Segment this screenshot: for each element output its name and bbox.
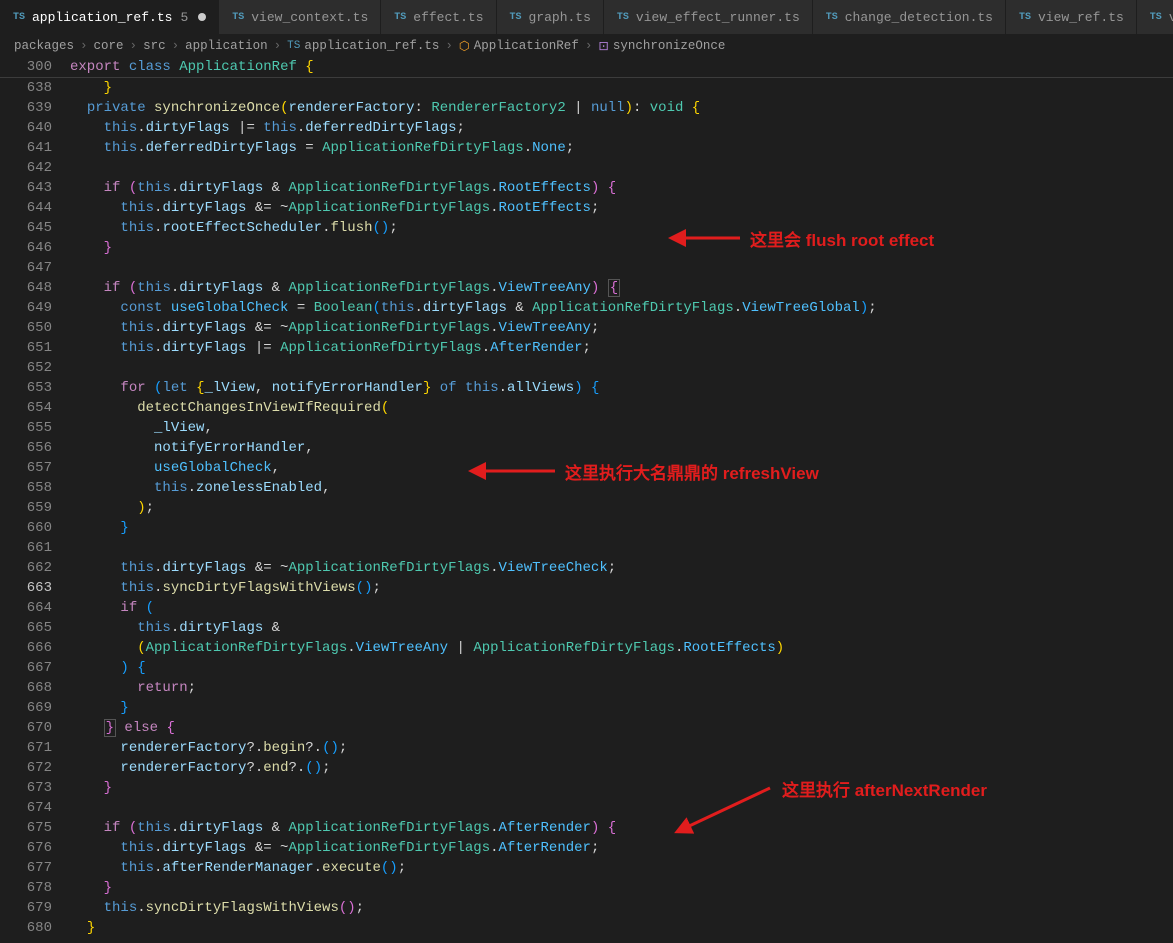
- line-number: 679: [0, 898, 52, 918]
- code-editor[interactable]: 300 export class ApplicationRef { 638639…: [0, 57, 1173, 943]
- tab-view-context[interactable]: TS view_context.ts: [219, 0, 381, 34]
- line-number: 663: [0, 578, 52, 598]
- tab-label: graph.ts: [529, 10, 591, 25]
- chevron-right-icon: ›: [585, 39, 593, 53]
- tab-label: view.ts: [1169, 10, 1173, 25]
- line-number: 638: [0, 78, 52, 98]
- method-icon: ⊡: [598, 38, 608, 54]
- line-number: 675: [0, 818, 52, 838]
- line-number: 642: [0, 158, 52, 178]
- sticky-scroll-header[interactable]: 300 export class ApplicationRef {: [0, 57, 1173, 78]
- editor-tabs: TS application_ref.ts 5 TS view_context.…: [0, 0, 1173, 35]
- breadcrumb[interactable]: packages › core › src › application › TS…: [0, 35, 1173, 57]
- line-number: 671: [0, 738, 52, 758]
- line-number: 670: [0, 718, 52, 738]
- line-number: 657: [0, 458, 52, 478]
- ts-file-icon: TS: [616, 10, 630, 24]
- line-number: 678: [0, 878, 52, 898]
- line-number: 680: [0, 918, 52, 938]
- line-number: 656: [0, 438, 52, 458]
- line-number: 658: [0, 478, 52, 498]
- line-number: 654: [0, 398, 52, 418]
- line-number: 664: [0, 598, 52, 618]
- chevron-right-icon: ›: [80, 39, 88, 53]
- line-number: 673: [0, 778, 52, 798]
- line-number: 640: [0, 118, 52, 138]
- line-number: 652: [0, 358, 52, 378]
- line-number: 641: [0, 138, 52, 158]
- tab-label: view_context.ts: [251, 10, 368, 25]
- line-number: 653: [0, 378, 52, 398]
- breadcrumb-method[interactable]: ⊡synchronizeOnce: [598, 38, 725, 54]
- breadcrumb-file[interactable]: TSapplication_ref.ts: [287, 39, 439, 53]
- line-number: 660: [0, 518, 52, 538]
- line-number: 651: [0, 338, 52, 358]
- tab-graph[interactable]: TS graph.ts: [497, 0, 604, 34]
- tab-view[interactable]: TS view.ts: [1137, 0, 1173, 34]
- line-number: 649: [0, 298, 52, 318]
- line-number: 645: [0, 218, 52, 238]
- ts-file-icon: TS: [393, 10, 407, 24]
- line-number: 639: [0, 98, 52, 118]
- ts-file-icon: TS: [231, 10, 245, 24]
- ts-file-icon: TS: [287, 40, 300, 52]
- tab-view-effect-runner[interactable]: TS view_effect_runner.ts: [604, 0, 813, 34]
- ts-file-icon: TS: [825, 10, 839, 24]
- class-icon: ⬡: [459, 38, 470, 54]
- tab-modified-count: 5: [180, 10, 188, 25]
- ts-file-icon: TS: [509, 10, 523, 24]
- line-number-gutter: 6386396406416426436446456466476486496506…: [0, 78, 70, 943]
- line-number: 662: [0, 558, 52, 578]
- breadcrumb-folder[interactable]: packages: [14, 39, 74, 53]
- line-number: 655: [0, 418, 52, 438]
- line-number: 648: [0, 278, 52, 298]
- line-number: 672: [0, 758, 52, 778]
- tab-dirty-indicator: [198, 13, 206, 21]
- breadcrumb-class[interactable]: ⬡ApplicationRef: [459, 38, 579, 54]
- line-number: 669: [0, 698, 52, 718]
- line-number: 667: [0, 658, 52, 678]
- chevron-right-icon: ›: [274, 39, 282, 53]
- tab-label: effect.ts: [413, 10, 483, 25]
- breadcrumb-folder[interactable]: src: [143, 39, 166, 53]
- tab-application-ref[interactable]: TS application_ref.ts 5: [0, 0, 219, 34]
- line-number: 647: [0, 258, 52, 278]
- line-number: 661: [0, 538, 52, 558]
- line-number: 666: [0, 638, 52, 658]
- tab-label: view_effect_runner.ts: [636, 10, 800, 25]
- line-number: 676: [0, 838, 52, 858]
- tab-label: view_ref.ts: [1038, 10, 1124, 25]
- line-number: 674: [0, 798, 52, 818]
- line-number: 650: [0, 318, 52, 338]
- line-number: 659: [0, 498, 52, 518]
- breadcrumb-folder[interactable]: application: [185, 39, 268, 53]
- line-number: 668: [0, 678, 52, 698]
- tab-effect[interactable]: TS effect.ts: [381, 0, 496, 34]
- tab-label: change_detection.ts: [845, 10, 993, 25]
- line-number: 646: [0, 238, 52, 258]
- code-content[interactable]: } private synchronizeOnce(rendererFactor…: [70, 78, 1173, 943]
- ts-file-icon: TS: [1018, 10, 1032, 24]
- ts-file-icon: TS: [1149, 10, 1163, 24]
- chevron-right-icon: ›: [172, 39, 180, 53]
- breadcrumb-folder[interactable]: core: [94, 39, 124, 53]
- line-number: 665: [0, 618, 52, 638]
- line-number: 677: [0, 858, 52, 878]
- chevron-right-icon: ›: [130, 39, 138, 53]
- sticky-line-number: 300: [0, 57, 70, 77]
- line-number: 644: [0, 198, 52, 218]
- sticky-code-line: export class ApplicationRef {: [70, 57, 314, 77]
- tab-label: application_ref.ts: [32, 10, 172, 25]
- tab-change-detection[interactable]: TS change_detection.ts: [813, 0, 1006, 34]
- chevron-right-icon: ›: [445, 39, 453, 53]
- tab-view-ref[interactable]: TS view_ref.ts: [1006, 0, 1137, 34]
- ts-file-icon: TS: [12, 10, 26, 24]
- line-number: 643: [0, 178, 52, 198]
